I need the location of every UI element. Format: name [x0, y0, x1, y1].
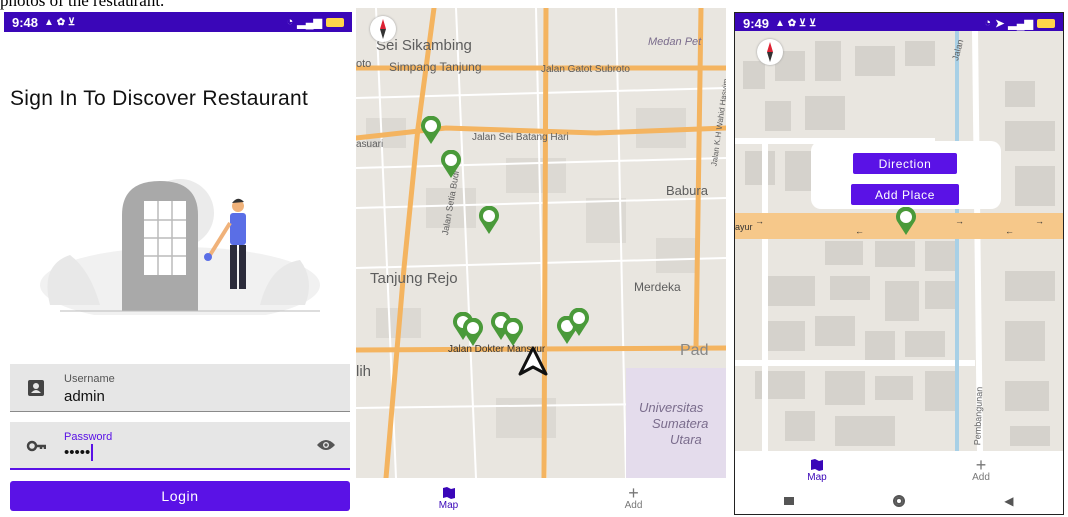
location-icon: ➤ — [995, 17, 1005, 30]
restaurant-pin[interactable] — [420, 115, 442, 144]
map-label-medan-pet: Medan Pet — [648, 36, 702, 48]
bottom-nav: Map + Add — [356, 480, 726, 517]
key-icon — [26, 440, 46, 452]
svg-text:→: → — [755, 216, 764, 226]
nav-label-map: Map — [438, 500, 459, 511]
account-box-icon — [28, 380, 44, 396]
signin-screen: 9:48 ▲ ✿ ⊻ ◔ ▂▄▆ Sign In To Discover Rest… — [4, 12, 352, 517]
username-value: admin — [64, 388, 105, 405]
password-label: Password — [64, 431, 113, 443]
plus-icon: + — [628, 483, 639, 503]
map-view[interactable]: oto Sei Sikambing Medan Pet Simpang Tanj… — [356, 8, 726, 478]
restaurant-pin[interactable] — [502, 317, 524, 346]
map-label-simpang-tanjung: Simpang Tanjung — [389, 60, 482, 74]
svg-text:→: → — [955, 216, 964, 226]
restaurant-pin-icon — [569, 307, 589, 336]
circle-icon[interactable] — [893, 494, 906, 507]
restaurant-pin[interactable] — [478, 205, 500, 234]
nav-item-map[interactable]: Map — [735, 453, 899, 487]
restaurant-pin-icon — [479, 205, 499, 234]
direction-button[interactable]: Direction — [853, 153, 957, 174]
username-label: Username — [64, 373, 115, 385]
compass-button[interactable] — [757, 39, 783, 65]
svg-text:→: → — [1035, 216, 1044, 226]
square-icon[interactable] — [784, 496, 795, 505]
svg-text:←: ← — [855, 226, 864, 236]
nav-item-add[interactable]: + Add — [899, 453, 1063, 487]
map-icon — [811, 458, 823, 471]
map-label-jalan-gatot: Jalan Gatot Subroto — [541, 64, 630, 75]
map-label-pad: Pad — [680, 342, 709, 359]
restaurant-pin-icon — [896, 206, 916, 235]
status-right-icons: ◔ ▂▄▆ — [287, 16, 344, 29]
nav-item-add[interactable]: + Add — [541, 480, 726, 517]
map-label-ayur: ayur — [735, 222, 753, 232]
restaurant-pin-icon — [463, 317, 483, 346]
map-label-utara: Utara — [670, 432, 702, 447]
status-notification-icons: ▲ ✿ ⊻ — [44, 16, 76, 28]
nav-label-map: Map — [807, 471, 827, 483]
map-label-oto: oto — [356, 58, 372, 70]
status-time: 9:49 — [743, 15, 770, 31]
map-label-jalan-sei-batang: Jalan Sei Batang Hari — [472, 132, 569, 143]
nav-label-add: Add — [972, 471, 990, 483]
map-label-sumatera: Sumatera — [652, 416, 709, 431]
door-illustration — [40, 179, 320, 315]
username-field[interactable]: Username admin — [10, 364, 350, 412]
map-label-lih: lih — [356, 363, 372, 380]
plus-icon: + — [975, 454, 987, 475]
eye-icon[interactable] — [316, 438, 336, 452]
login-button[interactable]: Login — [10, 481, 350, 511]
wifi-icon: ◔ — [984, 17, 992, 29]
compass-button[interactable] — [370, 16, 396, 42]
map-label-babura: Babura — [666, 183, 708, 198]
restaurant-pin[interactable] — [895, 206, 917, 235]
password-value: ••••• — [64, 444, 94, 461]
password-field[interactable]: Password ••••• — [10, 422, 350, 470]
compass-icon — [767, 42, 773, 62]
user-location-arrow-icon — [518, 346, 548, 376]
nav-label-add: Add — [624, 500, 643, 511]
page-title: Sign In To Discover Restaurant — [10, 87, 309, 110]
compass-icon — [380, 19, 386, 39]
map-view[interactable]: → ← → ← → ayur Jalan Pembangunan Direction A… — [735, 31, 1063, 451]
status-notification-icons: ▲ ✿ ⊻ ⊻ — [775, 17, 817, 29]
svg-text:←: ← — [1005, 226, 1014, 236]
caption-fragment: photos of the restaurant. — [0, 0, 165, 10]
restaurant-pin-icon — [441, 149, 461, 178]
map-overview-screen: oto Sei Sikambing Medan Pet Simpang Tanj… — [356, 8, 726, 517]
info-popup: Direction Add Place — [811, 141, 1001, 209]
map-label-asuari: asuari — [356, 139, 384, 150]
map-blocks: → ← → ← → — [735, 31, 1063, 451]
restaurant-pin[interactable] — [440, 149, 462, 178]
map-icon — [442, 487, 455, 499]
status-time: 9:48 — [12, 14, 39, 30]
add-place-button[interactable]: Add Place — [851, 184, 959, 205]
restaurant-pin[interactable] — [462, 317, 484, 346]
map-label-tanjung-rejo: Tanjung Rejo — [370, 270, 458, 287]
battery-icon — [326, 17, 344, 27]
map-label-universitas: Universitas — [639, 400, 704, 415]
restaurant-pin[interactable] — [568, 307, 590, 336]
restaurant-pin-icon — [503, 317, 523, 346]
signal-icon: ▂▄▆ — [297, 16, 322, 29]
system-nav-bar: ◀ — [735, 487, 1063, 514]
wifi-icon: ◔ — [286, 16, 294, 28]
map-label-pembangunan: Pembangunan — [972, 386, 985, 446]
bottom-nav: Map + Add — [735, 453, 1063, 487]
restaurant-pin-icon — [421, 115, 441, 144]
map-label-merdeka: Merdeka — [634, 280, 681, 294]
back-triangle-icon[interactable]: ◀ — [1004, 494, 1013, 508]
status-right-icons: ◔ ➤ ▂▄▆ — [984, 17, 1055, 30]
battery-icon — [1037, 18, 1055, 28]
nav-item-map[interactable]: Map — [356, 480, 541, 517]
map-detail-screen: 9:49 ▲ ✿ ⊻ ⊻ ◔ ➤ ▂▄▆ → ← → ← → ayur Jala… — [734, 12, 1064, 515]
status-bar: 9:48 ▲ ✿ ⊻ ◔ ▂▄▆ — [4, 12, 352, 32]
signal-icon: ▂▄▆ — [1008, 17, 1033, 30]
status-bar: 9:49 ▲ ✿ ⊻ ⊻ ◔ ➤ ▂▄▆ — [735, 13, 1063, 33]
